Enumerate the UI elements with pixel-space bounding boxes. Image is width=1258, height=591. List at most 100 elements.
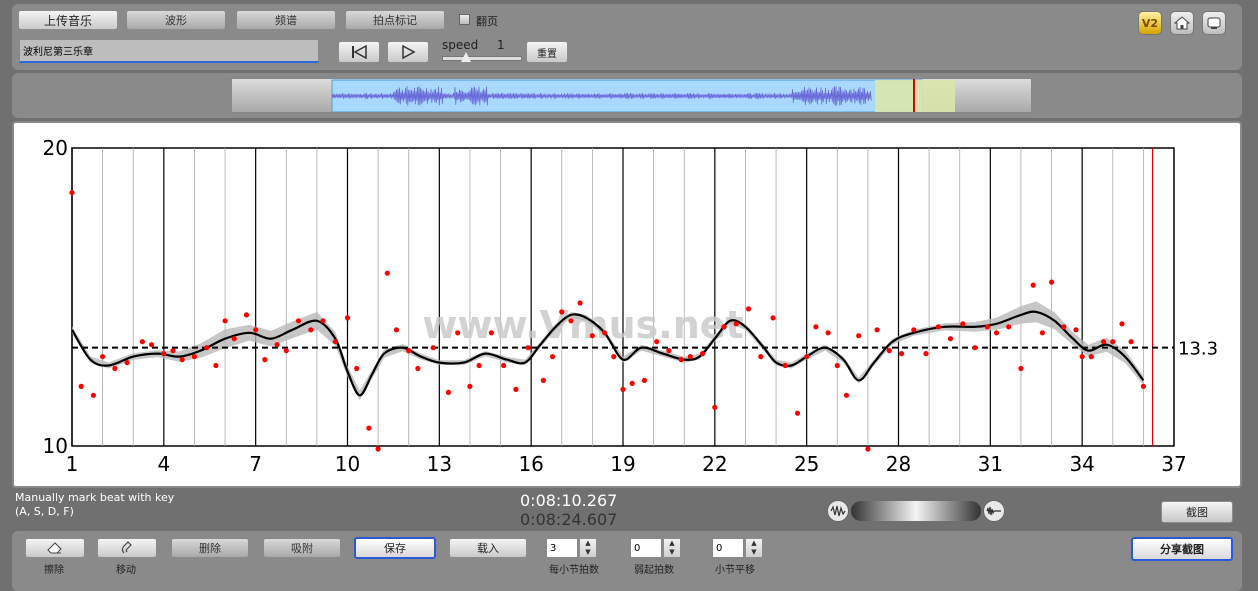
beat-point bbox=[213, 362, 219, 369]
beat-point bbox=[1079, 354, 1085, 360]
beat-point bbox=[770, 315, 776, 321]
waveform-overview[interactable] bbox=[231, 78, 1032, 113]
fullscreen-icon bbox=[1207, 17, 1221, 29]
x-tick-label: 31 bbox=[978, 452, 1003, 476]
beat-point bbox=[525, 345, 531, 351]
beat-point bbox=[923, 351, 929, 357]
beat-point bbox=[467, 383, 473, 389]
x-tick-label: 4 bbox=[157, 452, 170, 476]
beat-point bbox=[1073, 327, 1079, 333]
beat-point bbox=[204, 345, 210, 351]
beat-point bbox=[243, 312, 250, 318]
screenshot-button[interactable]: 截图 bbox=[1161, 501, 1233, 523]
beat-point bbox=[687, 354, 693, 360]
beat-point bbox=[899, 351, 905, 357]
beat-point bbox=[455, 330, 461, 336]
beat-point bbox=[611, 354, 617, 360]
reset-button[interactable]: 重置 bbox=[526, 41, 568, 63]
beat-point bbox=[191, 354, 197, 360]
move-button[interactable] bbox=[97, 538, 157, 558]
beat-point bbox=[112, 365, 118, 372]
bottom-toolbar-panel: 擦除 移动 删除 吸附 保存 载入 3 ▲ ▼ 每小节拍数 0 ▲ ▼ 弱起拍数 0… bbox=[12, 531, 1242, 591]
beat-point bbox=[415, 365, 421, 372]
beat-point bbox=[149, 342, 155, 348]
x-tick-label: 10 bbox=[335, 452, 360, 476]
beat-point bbox=[501, 362, 507, 369]
speed-value: 1 bbox=[497, 38, 505, 52]
delete-button[interactable]: 删除 bbox=[171, 538, 249, 558]
speed-label: speed bbox=[442, 38, 479, 52]
x-tick-label: 28 bbox=[886, 452, 911, 476]
beat-point bbox=[274, 342, 280, 348]
beat-point bbox=[589, 333, 596, 339]
bar-shift-field[interactable]: 0 bbox=[712, 538, 744, 558]
zoom-track[interactable] bbox=[851, 501, 981, 521]
beat-point bbox=[222, 318, 228, 324]
beat-point bbox=[253, 327, 259, 333]
skip-to-start-button[interactable] bbox=[338, 41, 380, 63]
beat-mark-button[interactable]: 拍点标记 bbox=[345, 10, 445, 30]
beats-per-bar-label: 每小节拍数 bbox=[549, 565, 599, 576]
speed-slider-handle[interactable] bbox=[461, 52, 471, 62]
x-tick-label: 25 bbox=[794, 452, 819, 476]
beat-point bbox=[654, 339, 660, 345]
beat-point bbox=[308, 327, 314, 333]
title-field[interactable]: 波利尼第三乐章 bbox=[19, 39, 319, 63]
x-tick-label: 13 bbox=[427, 452, 452, 476]
flip-page-label: 翻页 bbox=[476, 15, 498, 28]
beat-point bbox=[577, 300, 583, 306]
home-icon bbox=[1174, 16, 1190, 30]
beat-point bbox=[993, 330, 1000, 336]
move-label: 移动 bbox=[116, 565, 136, 576]
upload-music-button[interactable]: 上传音乐 bbox=[18, 10, 118, 30]
beat-point bbox=[393, 327, 400, 333]
mean-label: 13.3 bbox=[1178, 339, 1218, 360]
home-button[interactable] bbox=[1170, 11, 1194, 35]
version-badge[interactable]: V2 bbox=[1138, 11, 1162, 35]
speed-slider[interactable] bbox=[442, 56, 522, 61]
beat-point bbox=[445, 389, 452, 395]
share-screenshot-button[interactable]: 分享截图 bbox=[1131, 537, 1233, 561]
bar-shift-stepper[interactable]: ▲ ▼ bbox=[745, 538, 763, 558]
load-button[interactable]: 载入 bbox=[449, 538, 527, 558]
waveform-button[interactable]: 波形 bbox=[126, 10, 226, 30]
time-total: 0:08:24.607 bbox=[520, 510, 618, 529]
fullscreen-button[interactable] bbox=[1202, 11, 1226, 35]
beat-point bbox=[69, 190, 75, 196]
beat-point bbox=[1039, 330, 1045, 336]
flip-page-checkbox[interactable] bbox=[459, 14, 470, 25]
beats-per-bar-field[interactable]: 3 bbox=[546, 538, 578, 558]
zoom-slider[interactable] bbox=[827, 500, 1005, 522]
beat-point bbox=[782, 362, 788, 369]
beat-point bbox=[843, 392, 850, 398]
x-tick-label: 1 bbox=[66, 452, 79, 476]
beat-point bbox=[100, 354, 106, 360]
beat-point bbox=[911, 327, 917, 333]
weak-beats-stepper[interactable]: ▲ ▼ bbox=[663, 538, 681, 558]
beat-point bbox=[1128, 339, 1134, 345]
beat-point bbox=[262, 357, 268, 363]
play-button[interactable] bbox=[387, 41, 429, 63]
beat-point bbox=[375, 446, 381, 452]
beat-point bbox=[161, 351, 167, 357]
tempo-chart[interactable]: www.Vmus.net13.320101 4 7 10 13 16 19 22 25 28 31 3… bbox=[14, 123, 1240, 486]
snap-button[interactable]: 吸附 bbox=[263, 538, 341, 558]
x-tick-label: 37 bbox=[1161, 452, 1186, 476]
beat-point bbox=[1061, 324, 1067, 330]
beats-per-bar-stepper[interactable]: ▲ ▼ bbox=[579, 538, 597, 558]
eraser-icon bbox=[47, 542, 62, 554]
beat-point bbox=[935, 324, 941, 330]
beat-point bbox=[332, 339, 338, 345]
beat-point bbox=[1140, 383, 1146, 389]
beat-point bbox=[666, 348, 672, 354]
y-tick-label: 20 bbox=[43, 136, 68, 160]
beat-point bbox=[559, 309, 565, 315]
beat-point bbox=[620, 386, 626, 392]
weak-beats-field[interactable]: 0 bbox=[630, 538, 662, 558]
erase-button[interactable] bbox=[25, 538, 85, 558]
spectrum-button[interactable]: 频谱 bbox=[236, 10, 336, 30]
beat-point bbox=[513, 386, 519, 392]
save-button[interactable]: 保存 bbox=[354, 537, 436, 559]
beat-point bbox=[90, 392, 96, 398]
beat-point bbox=[1119, 321, 1125, 327]
